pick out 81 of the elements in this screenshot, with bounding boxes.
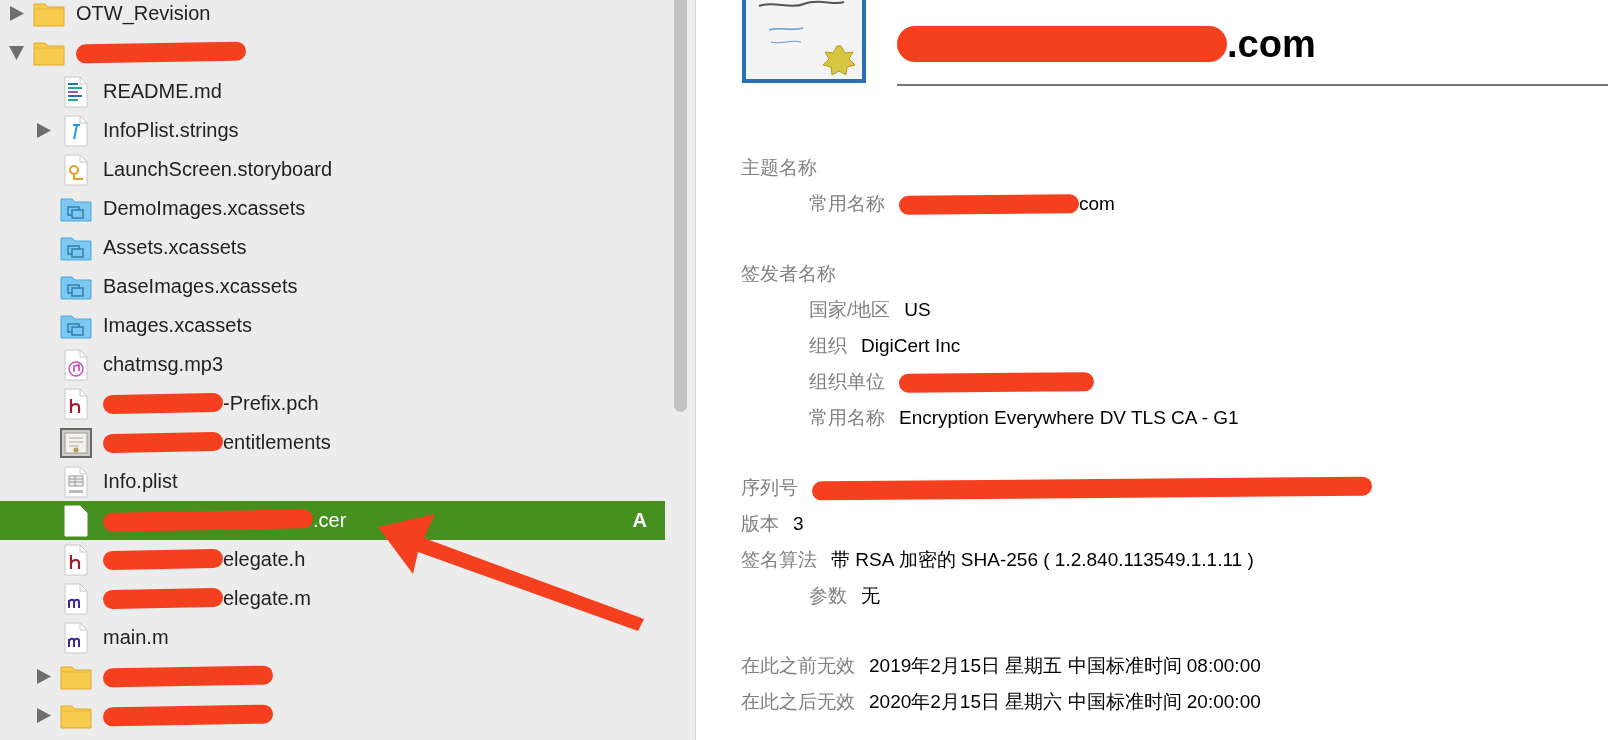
field-value: 3	[793, 513, 804, 535]
file-name: .cer	[313, 509, 347, 532]
disclosure-triangle-icon[interactable]	[35, 122, 52, 139]
folder-icon	[33, 39, 65, 66]
file-tree-row[interactable]: README.md	[0, 72, 665, 111]
file-tree-row[interactable]: DemoImages.xcassets	[0, 189, 665, 228]
certificate-file-icon	[60, 427, 92, 458]
disclosure-triangle-icon[interactable]	[35, 668, 52, 685]
file-name: entitlements	[223, 431, 331, 454]
status-label: A	[632, 509, 647, 532]
file-name: Assets.xcassets	[103, 236, 247, 259]
file-name: main.m	[103, 626, 169, 649]
field-value: 2020年2月15日 星期六 中国标准时间 20:00:00	[869, 690, 1261, 714]
field-label: 在此之前无效	[741, 654, 855, 678]
field-label: 常用名称	[809, 406, 885, 430]
file-tree-row[interactable]: Assets.xcassets	[0, 228, 665, 267]
file-tree-row[interactable]: Images.xcassets	[0, 306, 665, 345]
file-tree-row[interactable]: LaunchScreen.storyboard	[0, 150, 665, 189]
file-tree-row[interactable]: -Prefix.pch	[0, 384, 665, 423]
file-tree-row[interactable]: OTW_Revision	[0, 0, 665, 33]
asset-folder-icon	[60, 312, 92, 339]
file-tree-row[interactable]: BaseImages.xcassets	[0, 267, 665, 306]
source-file-icon	[63, 582, 89, 615]
header-file-icon	[63, 387, 89, 420]
file-name: -Prefix.pch	[223, 392, 319, 415]
scrollbar-thumb[interactable]	[673, 0, 687, 412]
file-tree-row[interactable]: InfoPlist.strings	[0, 111, 665, 150]
folder-icon	[60, 702, 92, 729]
file-name: Images.xcassets	[103, 314, 252, 337]
file-name: BaseImages.xcassets	[103, 275, 298, 298]
field-label: 组织	[809, 334, 847, 358]
folder-icon	[60, 663, 92, 690]
file-name: elegate.m	[223, 587, 311, 610]
asset-folder-icon	[60, 273, 92, 300]
file-name: OTW_Revision	[76, 2, 211, 25]
file-tree-row[interactable]: chatmsg.mp3	[0, 345, 665, 384]
field-label: 版本	[741, 512, 779, 536]
field-value: Encryption Everywhere DV TLS CA - G1	[899, 407, 1239, 429]
field-value: US	[904, 299, 931, 321]
file-tree-row[interactable]: entitlements	[0, 423, 665, 462]
disclosure-triangle-icon[interactable]	[8, 44, 25, 61]
disclosure-triangle-icon[interactable]	[35, 707, 52, 724]
folder-icon	[33, 0, 65, 27]
file-name: InfoPlist.strings	[103, 119, 239, 142]
file-tree-row[interactable]: Info.plist	[0, 462, 665, 501]
file-tree-row[interactable]: main.m	[0, 618, 665, 657]
file-name: LaunchScreen.storyboard	[103, 158, 333, 181]
field-value: 2019年2月15日 星期五 中国标准时间 08:00:00	[869, 654, 1261, 678]
file-tree-row[interactable]: elegate.h	[0, 540, 665, 579]
field-label: 签名算法	[741, 548, 817, 572]
field-label: 序列号	[741, 476, 798, 500]
storyboard-file-icon	[63, 153, 89, 186]
source-file-icon	[63, 621, 89, 654]
file-name: Info.plist	[103, 470, 178, 493]
music-file-icon	[63, 348, 89, 381]
disclosure-triangle-icon[interactable]	[8, 5, 25, 22]
field-value: 带 RSA 加密的 SHA-256 ( 1.2.840.113549.1.1.11 )	[831, 548, 1254, 572]
field-value: com	[1079, 193, 1115, 215]
text-file-icon	[63, 75, 89, 108]
asset-folder-icon	[60, 195, 92, 222]
field-label: 常用名称	[809, 192, 885, 216]
field-value: DigiCert Inc	[861, 335, 961, 357]
field-label: 参数	[809, 584, 847, 608]
file-name: chatmsg.mp3	[103, 353, 224, 376]
file-name: DemoImages.xcassets	[103, 197, 306, 220]
file-name: elegate.h	[223, 548, 306, 571]
plist-file-icon	[63, 465, 89, 498]
strings-file-icon	[63, 114, 89, 147]
file-tree-row[interactable]: elegate.m	[0, 579, 665, 618]
field-label: 主题名称	[741, 156, 817, 180]
file-tree-row[interactable]: .cer A	[0, 501, 665, 540]
asset-folder-icon	[60, 234, 92, 261]
certificate-title: .com	[1227, 22, 1316, 66]
header-file-icon	[63, 543, 89, 576]
field-label: 国家/地区	[809, 298, 891, 322]
field-label: 签发者名称	[741, 262, 836, 286]
field-label: 组织单位	[809, 370, 885, 394]
blank-file-icon	[63, 504, 89, 537]
field-label: 在此之后无效	[741, 690, 855, 714]
field-value: 无	[861, 584, 880, 608]
file-name: README.md	[103, 80, 222, 103]
